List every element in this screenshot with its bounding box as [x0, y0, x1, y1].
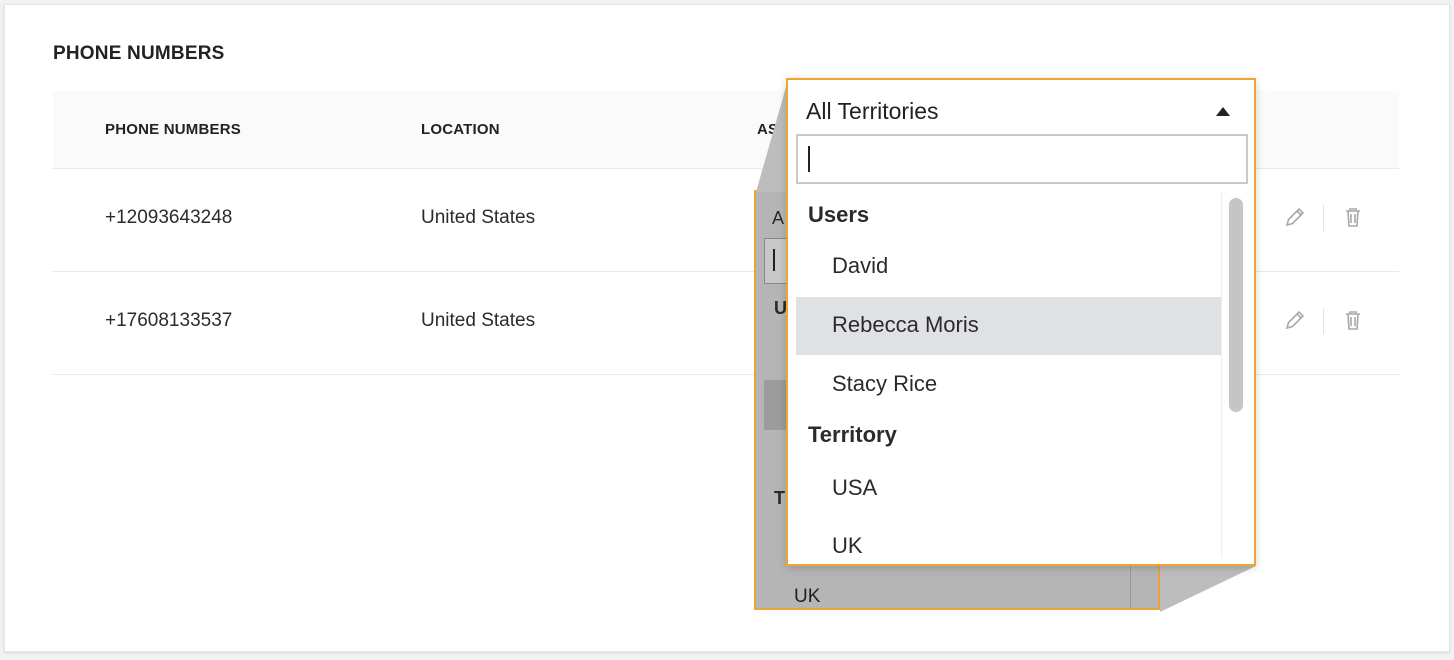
option-label: UK — [832, 533, 863, 558]
option-uk[interactable]: UK — [796, 518, 1222, 564]
option-label: USA — [832, 475, 878, 500]
group-label-territory: Territory — [808, 422, 897, 447]
dropdown-selected-value[interactable]: All Territories — [806, 98, 939, 125]
option-usa[interactable]: USA — [796, 460, 1222, 518]
dropdown-scrollbar[interactable] — [1221, 192, 1248, 558]
scrollbar-thumb[interactable] — [1229, 198, 1243, 412]
option-label: Stacy Rice — [832, 371, 938, 396]
option-label: Rebecca Moris — [832, 312, 979, 337]
option-rebecca-moris[interactable]: Rebecca Moris — [796, 297, 1222, 355]
text-cursor — [808, 146, 810, 172]
caret-up-icon[interactable] — [1216, 107, 1230, 116]
group-label-users: Users — [808, 202, 870, 227]
dropdown-options-list: Users David Rebecca Moris Stacy Rice Ter… — [796, 192, 1228, 562]
option-stacy-rice[interactable]: Stacy Rice — [796, 356, 1222, 414]
dropdown-search-input[interactable] — [796, 134, 1248, 184]
option-label: David — [832, 253, 889, 278]
territory-dropdown[interactable]: All Territories Users David Rebecca Mori… — [786, 78, 1256, 566]
option-david[interactable]: David — [796, 238, 1222, 296]
